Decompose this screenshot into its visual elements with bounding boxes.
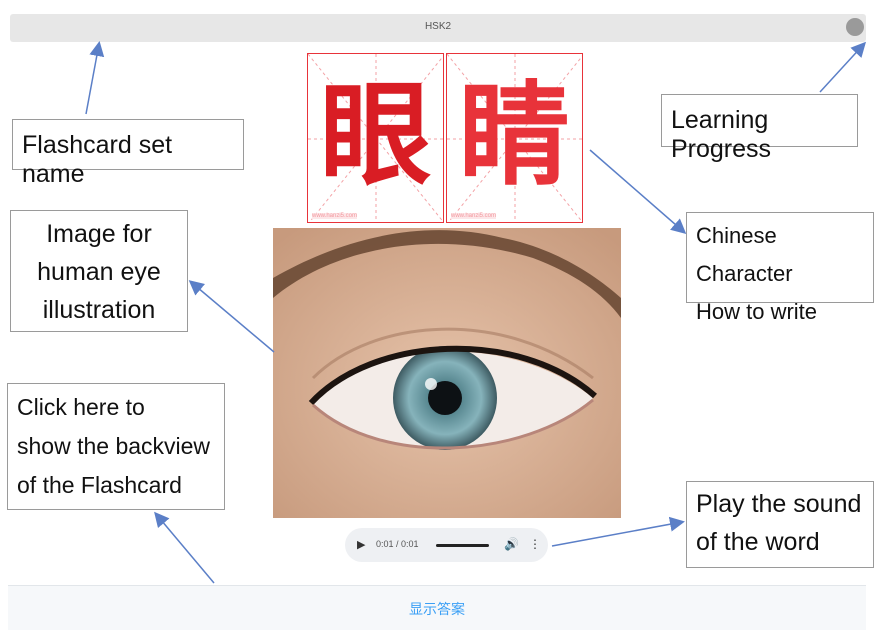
arrow-set-name [85, 41, 105, 115]
annotation-characters: Chinese Character How to write [686, 212, 874, 324]
character-grid-2: 睛 www.hanzi5.com [446, 53, 583, 223]
annotation-sound: Play the sound of the word [686, 481, 874, 568]
human-eye-image [273, 228, 621, 518]
annotation-set-name: Flashcard set name [12, 119, 244, 188]
arrow-characters [589, 149, 687, 234]
annotation-characters-line2: How to write [696, 299, 818, 324]
character-yan: 眼 [319, 70, 432, 201]
eye-illustration [273, 228, 621, 518]
annotation-image: Image for human eye illustration [10, 210, 188, 332]
annotation-sound-line1: Play the sound [696, 490, 862, 518]
annotation-backview-line3: of the Flashcard [17, 472, 182, 498]
show-answer-button[interactable]: 显示答案 [8, 599, 866, 619]
arrow-image [188, 280, 275, 353]
character-writing-grids: 眼 www.hanzi5.com 睛 www.hanzi5.com [307, 53, 584, 223]
flashcard-set-header: HSK2 [10, 14, 866, 42]
arrow-progress [819, 41, 867, 93]
play-icon[interactable]: ▶ [357, 538, 365, 551]
more-vertical-icon[interactable]: ⋮ [529, 537, 541, 551]
audio-progress-bar[interactable] [436, 544, 489, 547]
character-jing: 睛 [458, 70, 571, 201]
watermark: www.hanzi5.com [451, 213, 497, 219]
audio-player: ▶ 0:01 / 0:01 🔊 ⋮ [345, 528, 548, 562]
annotation-backview-line2: show the backview [17, 433, 211, 459]
watermark: www.hanzi5.com [312, 213, 358, 219]
annotation-image-line2: human eye [37, 258, 161, 286]
volume-icon[interactable]: 🔊 [504, 537, 519, 551]
annotation-characters-line1: Chinese Character [696, 223, 793, 286]
annotation-sound-line2: of the word [696, 528, 820, 556]
audio-time: 0:01 / 0:01 [376, 539, 419, 549]
annotation-image-line3: illustration [42, 296, 156, 324]
flashcard-set-name: HSK2 [424, 21, 452, 32]
character-grid-1: 眼 www.hanzi5.com [307, 53, 444, 223]
annotation-progress: Learning Progress [661, 94, 858, 163]
annotation-backview-line1: Click here to [17, 394, 145, 420]
learning-progress-indicator[interactable] [846, 18, 864, 36]
annotation-set-name-text: Flashcard set name [22, 131, 173, 188]
annotation-backview: Click here to show the backview of the F… [7, 383, 225, 510]
footer-bar: 显示答案 [8, 585, 866, 630]
annotation-image-line1: Image for [46, 220, 152, 248]
annotation-progress-text: Learning Progress [671, 106, 772, 163]
arrow-sound [551, 516, 685, 547]
arrow-backview [154, 511, 215, 584]
